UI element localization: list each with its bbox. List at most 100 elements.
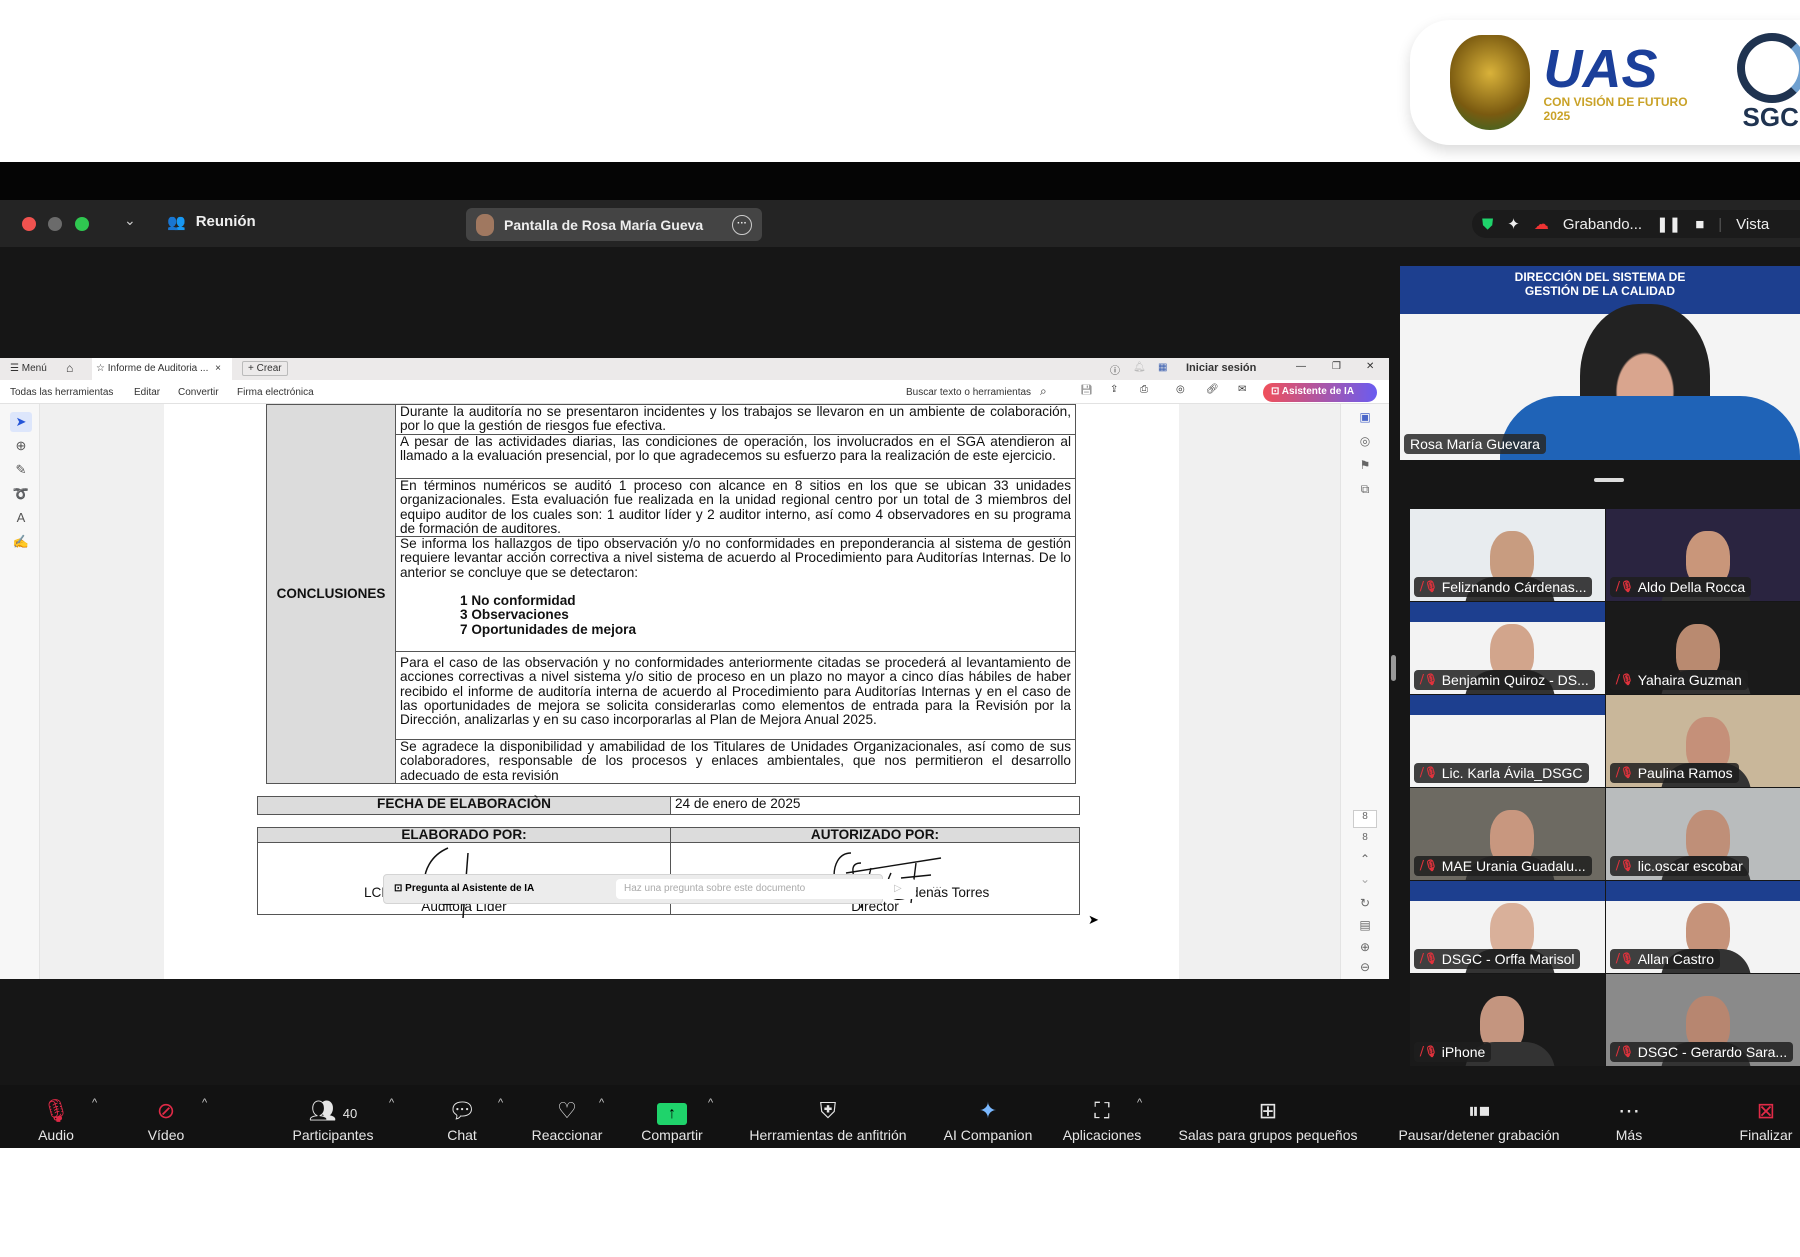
participant-tile[interactable]: ⧸🎙︎ MAE Urania Guadalu...: [1410, 788, 1605, 880]
edit-menu[interactable]: Editar: [134, 387, 160, 398]
screen-share-indicator[interactable]: Pantalla de Rosa María Gueva ···: [466, 208, 762, 241]
mic-muted-icon: ⧸🎙︎: [1420, 953, 1438, 965]
pages-icon[interactable]: ⧉: [1353, 482, 1377, 500]
pause-recording-icon[interactable]: ❚❚: [1656, 215, 1681, 233]
participant-tile[interactable]: ⧸🎙︎ Aldo Della Rocca: [1606, 509, 1800, 601]
share-label: Pantalla de Rosa María Gueva: [504, 216, 704, 233]
rotate-icon[interactable]: ↻: [1353, 896, 1377, 914]
page-down-icon[interactable]: ⌄: [1353, 872, 1377, 890]
sign-in-button[interactable]: Iniciar sesión: [1186, 362, 1256, 374]
close-icon[interactable]: ✕: [1366, 361, 1374, 372]
react-options-caret[interactable]: ^: [599, 1097, 604, 1109]
help-icon[interactable]: ⓘ: [1110, 362, 1120, 377]
close-window-button[interactable]: [22, 217, 36, 231]
audio-options-caret[interactable]: ^: [92, 1097, 97, 1109]
participant-tile[interactable]: ⧸🎙︎ Lic. Karla Ávila_DSGC: [1410, 695, 1605, 787]
all-tools-menu[interactable]: Todas las herramientas: [10, 387, 113, 398]
pen-icon[interactable]: ✎: [10, 460, 32, 480]
video-button[interactable]: ⊘ Vídeo: [140, 1085, 192, 1148]
print-icon[interactable]: ⎙: [1140, 384, 1148, 395]
participant-tile[interactable]: ⧸🎙︎ Yahaira Guzman: [1606, 602, 1800, 694]
ai-bar-more-button[interactable]: ···: [932, 882, 942, 893]
participant-tile[interactable]: ⧸🎙︎ Benjamin Quiroz - DS...: [1410, 602, 1605, 694]
participant-tile[interactable]: ⧸🎙︎ DSGC - Gerardo Sara...: [1606, 974, 1800, 1066]
zoom-tool-icon[interactable]: ⊕: [10, 436, 32, 456]
zoom-in-icon[interactable]: ⊕: [1353, 940, 1377, 958]
signature-icon[interactable]: ✍: [10, 532, 32, 552]
select-cursor-icon[interactable]: ➤: [10, 412, 32, 432]
ai-companion-button[interactable]: ✦ AI Companion: [936, 1085, 1040, 1148]
participants-options-caret[interactable]: ^: [389, 1097, 394, 1109]
more-options-icon[interactable]: ···: [732, 214, 752, 235]
restore-icon[interactable]: ❐: [1332, 361, 1341, 372]
more-button[interactable]: ⋯ Más: [1604, 1085, 1654, 1148]
bookmark-icon[interactable]: ⚑: [1353, 458, 1377, 476]
bell-icon[interactable]: 🔔︎: [1133, 362, 1146, 373]
home-icon[interactable]: ⌂: [66, 361, 73, 375]
breakout-rooms-button[interactable]: ⊞ Salas para grupos pequeños: [1166, 1085, 1370, 1148]
tile-banner: [1410, 881, 1605, 901]
participant-tile[interactable]: ⧸🎙︎ lic.oscar escobar: [1606, 788, 1800, 880]
lasso-icon[interactable]: ➰: [10, 484, 32, 504]
link-icon[interactable]: 🔗︎: [1206, 384, 1219, 395]
panel-drag-handle[interactable]: [1594, 478, 1624, 482]
apps-button[interactable]: ⛶ Aplicaciones: [1052, 1085, 1152, 1148]
end-meeting-button[interactable]: ⊠ Finalizar: [1734, 1085, 1798, 1148]
chat-options-caret[interactable]: ^: [498, 1097, 503, 1109]
text-box-icon[interactable]: A: [10, 508, 32, 528]
email-icon[interactable]: ✉: [1238, 384, 1246, 395]
create-tab-button[interactable]: + Crear: [242, 361, 288, 376]
participant-tile[interactable]: ⧸🎙︎ DSGC - Orffa Marisol: [1410, 881, 1605, 973]
share-options-caret[interactable]: ^: [708, 1097, 713, 1109]
finding-item: 7 Oportunidades de mejora: [460, 621, 637, 637]
chevron-down-icon[interactable]: ⌄: [124, 212, 136, 229]
page-fit-icon[interactable]: ▤: [1353, 918, 1377, 936]
chat-button[interactable]: 💬︎ Chat: [438, 1085, 486, 1148]
audio-button[interactable]: 🎙︎ Audio: [30, 1085, 82, 1148]
video-options-caret[interactable]: ^: [202, 1097, 207, 1109]
close-tab-icon[interactable]: ×: [215, 363, 221, 374]
host-tools-button[interactable]: ⛨ Herramientas de anfitrión: [735, 1085, 921, 1148]
chat-icon: 💬︎: [448, 1098, 476, 1123]
apps-grid-icon[interactable]: ▦: [1158, 362, 1167, 373]
page-number-input[interactable]: 8: [1353, 810, 1377, 828]
view-button[interactable]: Vista: [1736, 216, 1769, 233]
menu-button[interactable]: ☰ Menú: [10, 363, 47, 374]
meeting-info-button[interactable]: 👥 Reunión: [167, 213, 256, 231]
tab-informe-auditoria[interactable]: ☆ Informe de Auditoria ... ×: [92, 358, 232, 380]
participant-name-tag: ⧸🎙︎ Lic. Karla Ávila_DSGC: [1414, 763, 1589, 783]
ai-sparkle-icon[interactable]: ✦: [1507, 215, 1520, 233]
search-tools-input[interactable]: Buscar texto o herramientas: [906, 387, 1031, 398]
stop-recording-icon[interactable]: ■: [1695, 216, 1704, 233]
participant-tile[interactable]: ⧸🎙︎ iPhone: [1410, 974, 1605, 1066]
ai-summary-icon[interactable]: ▣: [1353, 410, 1377, 428]
minimize-window-button[interactable]: [48, 217, 62, 231]
comment-icon[interactable]: ◎: [1353, 434, 1377, 452]
minimize-icon[interactable]: —: [1296, 361, 1306, 372]
upload-cloud-icon[interactable]: ⇪: [1110, 384, 1118, 395]
ai-assistant-button[interactable]: ⊡ Asistente de IA: [1263, 383, 1377, 402]
react-button[interactable]: ♡ Reaccionar: [525, 1085, 609, 1148]
save-icon[interactable]: 💾︎: [1080, 385, 1093, 396]
paragraph: Se agradece la disponibilidad y amabilid…: [395, 739, 1076, 785]
mic-muted-icon: ⧸🎙︎: [1616, 767, 1634, 779]
participant-tile[interactable]: ⧸🎙︎ Allan Castro: [1606, 881, 1800, 973]
convert-menu[interactable]: Convertir: [178, 387, 219, 398]
participants-button[interactable]: 👥︎ 40 Participantes: [283, 1085, 383, 1148]
zoom-out-icon[interactable]: ⊖: [1353, 960, 1377, 978]
ai-question-input[interactable]: Haz una pregunta sobre este documento: [616, 879, 916, 899]
shield-check-icon[interactable]: ⛊: [1482, 216, 1493, 233]
pause-stop-recording-button[interactable]: ⏸⏹ Pausar/detener grabación: [1386, 1085, 1572, 1148]
participant-tile[interactable]: ⧸🎙︎ Paulina Ramos: [1606, 695, 1800, 787]
apps-options-caret[interactable]: ^: [1137, 1097, 1142, 1109]
participant-tile[interactable]: ⧸🎙︎ Feliznando Cárdenas...: [1410, 509, 1605, 601]
active-speaker-video[interactable]: DIRECCIÓN DEL SISTEMA DE GESTIÓN DE LA CA…: [1400, 266, 1800, 460]
send-icon[interactable]: ▷: [894, 883, 902, 894]
panel-resize-handle[interactable]: [1391, 655, 1396, 681]
e-signature-menu[interactable]: Firma electrónica: [237, 387, 314, 398]
maximize-window-button[interactable]: [75, 217, 89, 231]
share-button[interactable]: ↑ Compartir: [632, 1085, 712, 1148]
search-icon[interactable]: ⌕: [1040, 384, 1047, 399]
page-up-icon[interactable]: ⌃: [1353, 852, 1377, 870]
share-people-icon[interactable]: ◎: [1176, 384, 1185, 395]
